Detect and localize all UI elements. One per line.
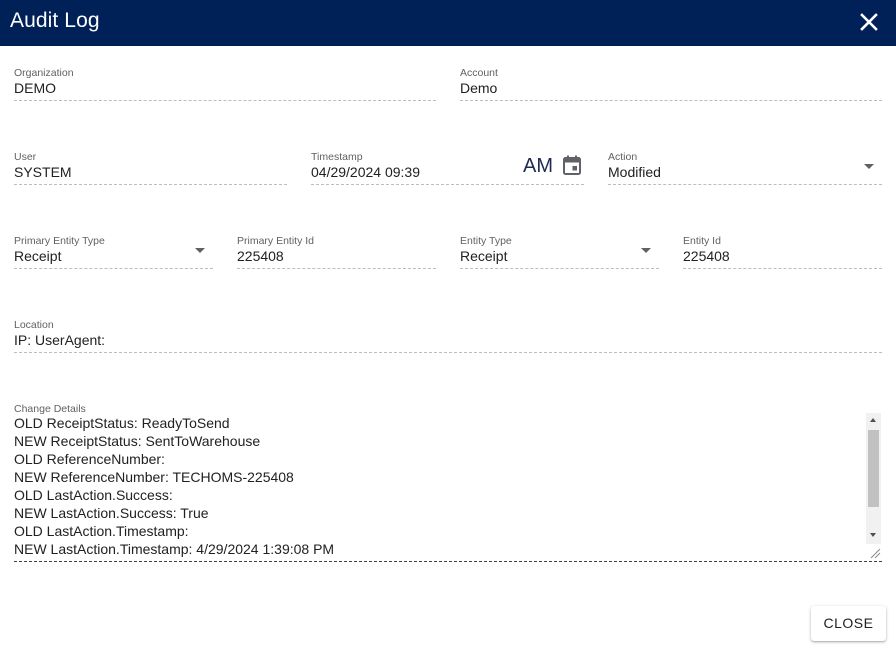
primary-entity-id-label: Primary Entity Id: [237, 235, 315, 247]
entity-type-label: Entity Type: [460, 235, 512, 247]
primary-entity-type-field[interactable]: Primary Entity Type Receipt: [14, 235, 213, 271]
change-details-underline: [14, 561, 882, 562]
account-value: Demo: [460, 80, 498, 96]
timestamp-label: Timestamp: [311, 151, 363, 163]
primary-entity-type-label: Primary Entity Type: [14, 235, 105, 247]
entity-type-underline: [460, 268, 659, 269]
organization-label: Organization: [14, 67, 74, 79]
user-label: User: [14, 151, 37, 163]
resize-grip-icon[interactable]: [868, 546, 881, 559]
scrollbar-thumb[interactable]: [868, 430, 879, 507]
entity-id-value: 225408: [683, 248, 730, 264]
change-line: NEW ReferenceNumber: TECHOMS-225408: [14, 469, 294, 485]
action-dropdown-icon[interactable]: [864, 164, 874, 169]
user-underline: [14, 184, 287, 185]
location-value: IP: UserAgent:: [14, 332, 106, 348]
change-details-textarea[interactable]: OLD ReceiptStatus: ReadyToSend NEW Recei…: [14, 414, 864, 560]
primary-entity-type-underline: [14, 268, 213, 269]
entity-id-label: Entity Id: [683, 235, 721, 247]
location-underline: [14, 352, 882, 353]
action-underline: [608, 184, 882, 185]
change-line: OLD LastAction.Success:: [14, 487, 173, 503]
change-line: OLD ReferenceNumber:: [14, 451, 165, 467]
primary-entity-id-underline: [237, 268, 436, 269]
account-underline: [460, 100, 882, 101]
change-line: NEW LastAction.Timestamp: 4/29/2024 1:39…: [14, 541, 335, 557]
timestamp-value: 04/29/2024 09:39: [311, 164, 420, 180]
action-value: Modified: [608, 164, 661, 180]
dialog-header: Audit Log: [0, 0, 896, 46]
change-line: NEW ReceiptStatus: SentToWarehouse: [14, 433, 261, 449]
entity-id-underline: [683, 268, 882, 269]
entity-type-field[interactable]: Entity Type Receipt: [460, 235, 659, 271]
organization-underline: [14, 100, 436, 101]
entity-type-value: Receipt: [460, 248, 508, 264]
primary-entity-type-value: Receipt: [14, 248, 62, 264]
change-details-field[interactable]: Change Details OLD ReceiptStatus: ReadyT…: [14, 403, 882, 563]
account-field[interactable]: Account Demo: [460, 67, 882, 103]
user-field[interactable]: User SYSTEM: [14, 151, 287, 187]
change-line: OLD LastAction.Timestamp:: [14, 523, 189, 539]
change-line: OLD ReceiptStatus: ReadyToSend: [14, 415, 230, 431]
organization-field[interactable]: Organization DEMO: [14, 67, 436, 103]
timestamp-underline: [311, 184, 584, 185]
organization-value: DEMO: [14, 80, 56, 96]
location-field[interactable]: Location IP: UserAgent:: [14, 319, 882, 355]
close-button[interactable]: CLOSE: [811, 606, 886, 641]
scroll-down-icon[interactable]: [870, 533, 876, 537]
dialog-title: Audit Log: [10, 9, 100, 32]
calendar-icon[interactable]: [562, 155, 582, 176]
primary-entity-id-field[interactable]: Primary Entity Id 225408: [237, 235, 436, 271]
action-label: Action: [608, 151, 638, 163]
change-line: NEW LastAction.Success: True: [14, 505, 209, 521]
account-label: Account: [460, 67, 498, 79]
entity-id-field[interactable]: Entity Id 225408: [683, 235, 882, 271]
entity-type-dropdown-icon[interactable]: [641, 248, 651, 253]
timestamp-ampm[interactable]: AM: [523, 155, 553, 177]
action-field[interactable]: Action Modified: [608, 151, 882, 187]
primary-entity-id-value: 225408: [237, 248, 284, 264]
close-icon[interactable]: [856, 9, 882, 35]
user-value: SYSTEM: [14, 164, 72, 180]
location-label: Location: [14, 319, 54, 331]
scroll-up-icon[interactable]: [870, 418, 876, 422]
primary-entity-type-dropdown-icon[interactable]: [195, 248, 205, 253]
change-details-scrollbar[interactable]: [866, 413, 881, 544]
